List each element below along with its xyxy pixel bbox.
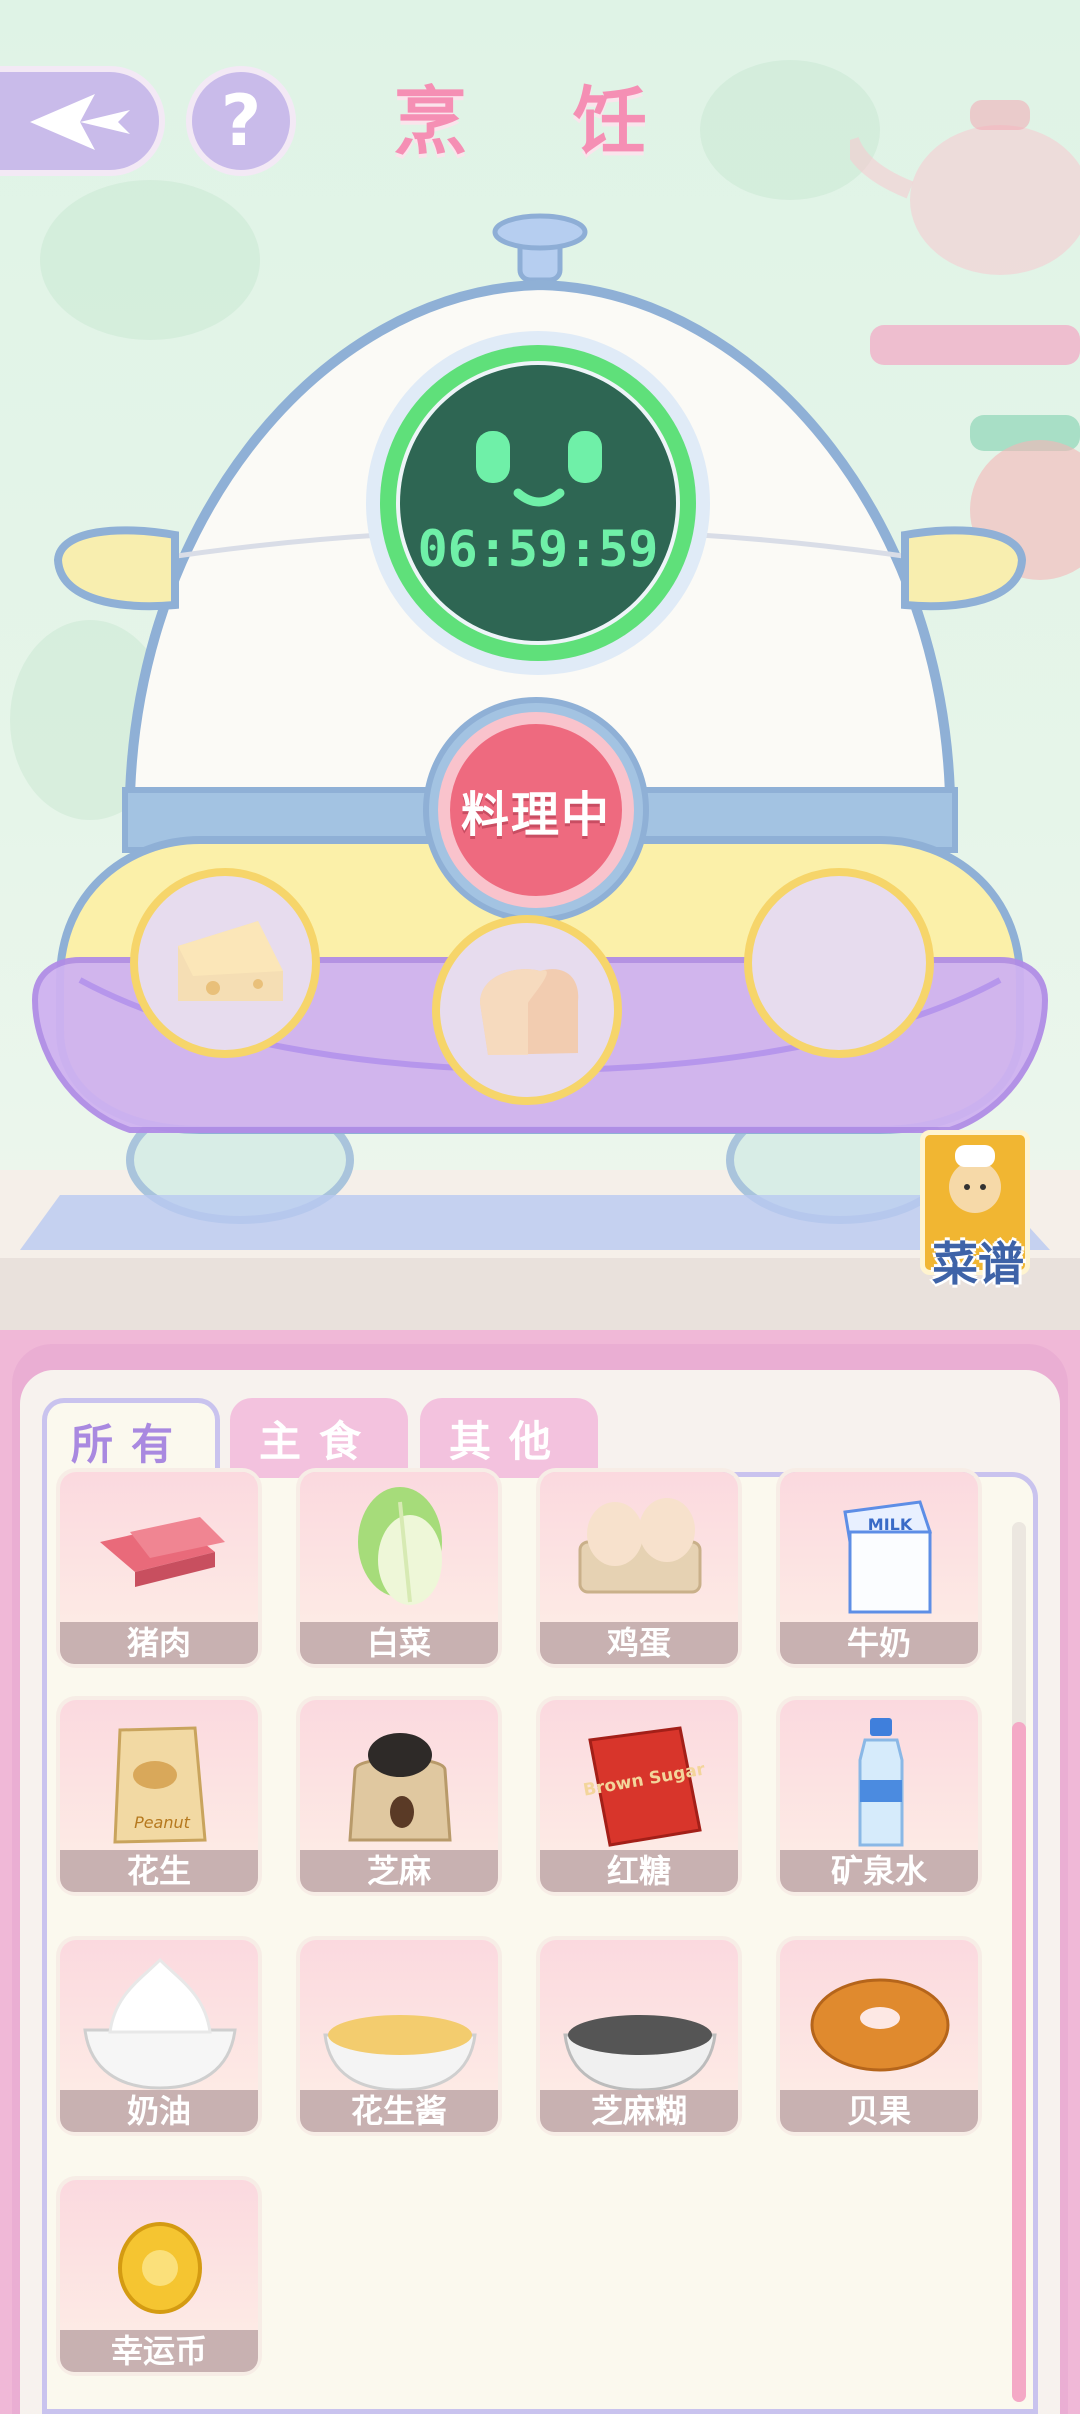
- scrollbar-thumb[interactable]: [1012, 1722, 1026, 2402]
- item-cream[interactable]: 奶油: [60, 1940, 258, 2132]
- back-button[interactable]: [0, 66, 165, 176]
- item-sesame-paste[interactable]: 芝麻糊: [540, 1940, 738, 2132]
- item-label: 芝麻糊: [540, 2090, 738, 2132]
- item-sesame[interactable]: 芝麻: [300, 1700, 498, 1892]
- smiley-face-icon: [476, 431, 602, 507]
- eggs-icon: [578, 1498, 702, 1594]
- item-label: 牛奶: [780, 1622, 978, 1664]
- milk-carton-text: MILK: [868, 1515, 913, 1534]
- item-label: 白菜: [300, 1622, 498, 1664]
- pork-icon: [100, 1517, 225, 1587]
- cooking-button[interactable]: 料理中: [438, 712, 634, 908]
- item-pork[interactable]: 猪肉: [60, 1472, 258, 1664]
- cheese-icon: [178, 921, 283, 1001]
- item-label: 猪肉: [60, 1622, 258, 1664]
- item-label: 芝麻: [300, 1850, 498, 1892]
- tab-label: 所有: [70, 1420, 191, 1469]
- page-title: 烹 饪: [393, 79, 687, 165]
- countdown-timer: 06:59:59: [417, 520, 659, 578]
- question-mark-icon: ?: [220, 80, 262, 162]
- sesame-paste-bowl-icon: [563, 2015, 717, 2090]
- peanut-bag-icon: Peanut: [113, 1726, 207, 1844]
- item-label: 鸡蛋: [540, 1622, 738, 1664]
- item-label: 矿泉水: [780, 1850, 978, 1892]
- item-bagel[interactable]: 贝果: [780, 1940, 978, 2132]
- ingredient-slot-1[interactable]: [130, 868, 320, 1058]
- cabbage-icon: [358, 1487, 442, 1605]
- bread-icon: [480, 969, 579, 1055]
- item-milk[interactable]: MILK 牛奶: [780, 1472, 978, 1664]
- back-arrow-icon: [30, 94, 130, 150]
- ingredient-slot-3[interactable]: [744, 868, 934, 1058]
- cooking-button-label: 料理中: [460, 787, 611, 843]
- item-label: 幸运币: [60, 2330, 258, 2372]
- peanut-butter-bowl-icon: [323, 2015, 477, 2090]
- milk-carton-icon: MILK: [843, 1500, 933, 1614]
- sesame-sack-icon: [348, 1733, 452, 1842]
- item-label: 奶油: [60, 2090, 258, 2132]
- tab-label: 其他: [448, 1416, 569, 1466]
- item-eggs[interactable]: 鸡蛋: [540, 1472, 738, 1664]
- lucky-coin-icon: [118, 2222, 202, 2314]
- timer-display: [400, 365, 676, 641]
- item-cabbage[interactable]: 白菜: [300, 1472, 498, 1664]
- tab-all[interactable]: 所有: [42, 1398, 220, 1480]
- brown-sugar-bag-icon: Brown Sugar: [582, 1726, 707, 1847]
- peanut-bag-text: Peanut: [134, 1813, 191, 1832]
- water-bottle-icon: [858, 1718, 904, 1847]
- tab-staple[interactable]: 主食: [230, 1398, 408, 1478]
- bagel-icon: [810, 1978, 950, 2072]
- tab-label: 主食: [258, 1416, 379, 1466]
- hamster-chef-icon: [949, 1145, 1001, 1213]
- cream-bowl-icon: [83, 1957, 237, 2090]
- item-brown-sugar[interactable]: Brown Sugar 红糖: [540, 1700, 738, 1892]
- item-label: 贝果: [780, 2090, 978, 2132]
- item-label: 花生酱: [300, 2090, 498, 2132]
- ingredient-slot-2[interactable]: [432, 915, 622, 1105]
- tab-other[interactable]: 其他: [420, 1398, 598, 1478]
- item-mineral-water[interactable]: 矿泉水: [780, 1700, 978, 1892]
- item-peanut-butter[interactable]: 花生酱: [300, 1940, 498, 2132]
- item-peanut[interactable]: Peanut 花生: [60, 1700, 258, 1892]
- item-label: 花生: [60, 1850, 258, 1892]
- item-lucky-coin[interactable]: 幸运币: [60, 2180, 258, 2372]
- recipe-label: 菜谱: [932, 1237, 1024, 1291]
- help-button[interactable]: ?: [186, 66, 296, 176]
- item-label: 红糖: [540, 1850, 738, 1892]
